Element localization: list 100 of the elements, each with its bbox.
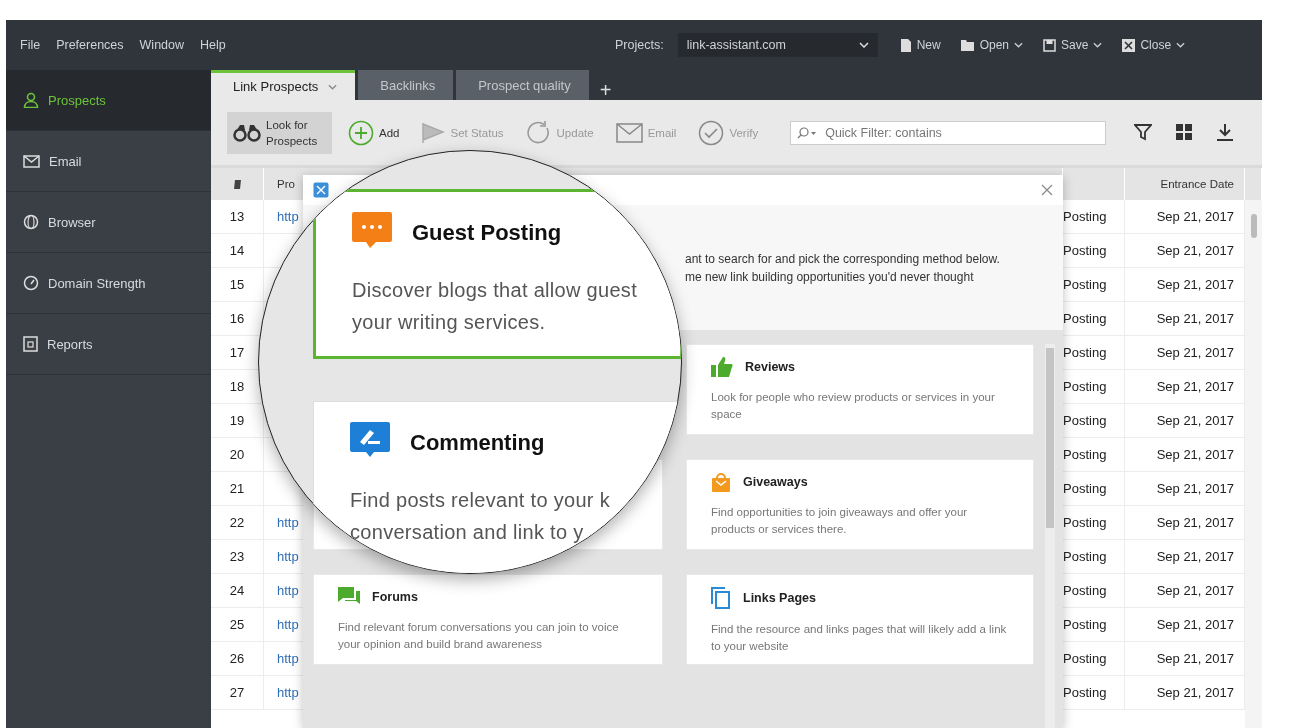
envelope-icon bbox=[615, 122, 643, 143]
file-action-button[interactable]: Save bbox=[1037, 38, 1109, 52]
report-icon bbox=[23, 336, 38, 352]
table-cell: Posting bbox=[1063, 651, 1107, 666]
table-cell: Sep 21, 2017 bbox=[1156, 481, 1234, 496]
search-input[interactable]: Quick Filter: contains bbox=[823, 124, 1100, 141]
url-cell[interactable]: http bbox=[277, 685, 299, 700]
add-tab-button[interactable]: + bbox=[591, 80, 620, 100]
table-cell: Sep 21, 2017 bbox=[1156, 515, 1234, 530]
flag-icon bbox=[421, 120, 446, 145]
menu-item[interactable]: Preferences bbox=[56, 38, 124, 52]
sidebar-item[interactable]: Prospects bbox=[6, 70, 211, 131]
table-cell: Posting bbox=[1063, 549, 1107, 564]
file-action-button[interactable]: Open bbox=[954, 38, 1029, 52]
row-number: 18 bbox=[229, 379, 245, 394]
table-cell: Sep 21, 2017 bbox=[1156, 311, 1234, 326]
url-cell[interactable]: http bbox=[277, 583, 299, 598]
file-action-button[interactable]: New bbox=[893, 38, 947, 52]
close-icon[interactable] bbox=[1041, 184, 1053, 196]
menu-item[interactable]: File bbox=[20, 38, 41, 52]
row-number: 21 bbox=[229, 481, 245, 496]
table-cell: Sep 21, 2017 bbox=[1156, 549, 1234, 564]
table-cell: Sep 21, 2017 bbox=[1156, 651, 1234, 666]
table-cell: Posting bbox=[1063, 277, 1107, 292]
table-cell: Sep 21, 2017 bbox=[1156, 413, 1234, 428]
table-cell: Sep 21, 2017 bbox=[1156, 617, 1234, 632]
menu-item[interactable]: Help bbox=[200, 38, 226, 52]
url-cell[interactable]: http bbox=[277, 617, 299, 632]
table-cell: Posting bbox=[1063, 413, 1107, 428]
tab[interactable]: Backlinks bbox=[358, 70, 454, 100]
table-cell: Posting bbox=[1063, 481, 1107, 496]
tag-icon bbox=[233, 179, 241, 189]
card-description: Find opportunities to join giveaways and offer your products or services there. bbox=[711, 505, 969, 537]
card-title: Reviews bbox=[745, 360, 796, 374]
method-card[interactable]: Giveaways Find opportunities to join giveaways and offer your products or services there. bbox=[686, 459, 1034, 550]
scrollbar-thumb[interactable] bbox=[1046, 348, 1054, 528]
file-action-button[interactable]: Close bbox=[1116, 38, 1192, 52]
sidebar-item[interactable]: Browser bbox=[6, 192, 211, 253]
binoculars-icon bbox=[233, 123, 261, 142]
card-title: Guest Posting bbox=[412, 220, 562, 246]
bag-icon bbox=[711, 472, 731, 492]
row-number: 19 bbox=[229, 413, 245, 428]
folder-icon bbox=[960, 39, 975, 51]
row-number: 17 bbox=[229, 345, 245, 360]
pages-icon bbox=[711, 587, 731, 609]
row-number: 13 bbox=[229, 209, 245, 224]
row-number: 24 bbox=[229, 583, 245, 598]
dialog-description: me new link building opportunities you'd never thought bbox=[685, 269, 975, 284]
row-number: 14 bbox=[229, 243, 245, 258]
card-title: Giveaways bbox=[743, 475, 808, 489]
table-cell: Sep 21, 2017 bbox=[1156, 277, 1234, 292]
search-field[interactable]: Quick Filter: contains bbox=[790, 120, 1107, 145]
method-card[interactable]: Forums Find relevant forum conversations you can join to voice your opinion and build brand awareness bbox=[313, 574, 663, 665]
method-card[interactable]: Reviews Look for people who review products or services in your space bbox=[686, 344, 1034, 435]
card-description: Look for people who review products or services in your space bbox=[711, 390, 996, 422]
project-dropdown[interactable]: link-assistant.com bbox=[677, 33, 878, 57]
table-cell: Posting bbox=[1063, 379, 1107, 394]
toolbar-button[interactable]: Look for Prospects bbox=[227, 111, 332, 154]
url-cell[interactable]: http bbox=[277, 209, 299, 224]
menu-item[interactable]: Window bbox=[139, 38, 185, 52]
card-title: Links Pages bbox=[743, 591, 816, 605]
table-cell: Sep 21, 2017 bbox=[1156, 345, 1234, 360]
row-number: 20 bbox=[229, 447, 245, 462]
table-cell: Posting bbox=[1063, 583, 1107, 598]
card-description: Find relevant forum conversations you can join to voice your opinion and build brand awareness bbox=[338, 620, 620, 652]
search-icon bbox=[797, 126, 818, 139]
toolbar-button[interactable]: Add bbox=[342, 111, 406, 154]
sidebar-item[interactable]: Domain Strength bbox=[6, 253, 211, 314]
chat-bubbles-icon bbox=[338, 587, 360, 607]
card-title: Commenting bbox=[410, 430, 545, 456]
grid-icon[interactable] bbox=[1175, 123, 1194, 141]
table-cell: Posting bbox=[1063, 515, 1107, 530]
download-icon[interactable] bbox=[1216, 123, 1235, 142]
gauge-icon bbox=[23, 275, 39, 291]
thumbs-up-icon bbox=[711, 357, 733, 377]
filter-icon[interactable] bbox=[1134, 123, 1153, 141]
table-cell: Posting bbox=[1063, 311, 1107, 326]
table-cell: Sep 21, 2017 bbox=[1156, 209, 1234, 224]
method-card[interactable]: Links Pages Find the resource and links pages that will likely add a link to your website bbox=[686, 574, 1034, 665]
sidebar-item[interactable]: Reports bbox=[6, 314, 211, 375]
url-cell[interactable]: http bbox=[277, 549, 299, 564]
table-cell: Posting bbox=[1063, 209, 1107, 224]
card-title: Forums bbox=[372, 590, 418, 604]
table-cell: Posting bbox=[1063, 617, 1107, 632]
column-header[interactable]: Entrance Date bbox=[1160, 178, 1234, 190]
method-card[interactable]: Guest Posting Discover blogs that allow guest your writing services. bbox=[313, 189, 681, 359]
column-header[interactable]: Pro bbox=[277, 178, 295, 190]
url-cell[interactable]: http bbox=[277, 651, 299, 666]
tab[interactable]: Link Prospects bbox=[211, 70, 356, 100]
table-cell: Posting bbox=[1063, 243, 1107, 258]
url-cell[interactable]: http bbox=[277, 515, 299, 530]
app-icon bbox=[313, 182, 329, 198]
envelope-icon bbox=[23, 154, 40, 168]
chevron-icon bbox=[858, 42, 869, 48]
card-description: Find the resource and links pages that will likely add a link to your website bbox=[711, 622, 1008, 654]
scrollbar-thumb[interactable] bbox=[1250, 214, 1257, 238]
tab[interactable]: Prospect quality bbox=[456, 70, 589, 100]
floppy-icon bbox=[1043, 38, 1056, 52]
check-circle-icon bbox=[698, 119, 725, 146]
row-number: 23 bbox=[229, 549, 245, 564]
